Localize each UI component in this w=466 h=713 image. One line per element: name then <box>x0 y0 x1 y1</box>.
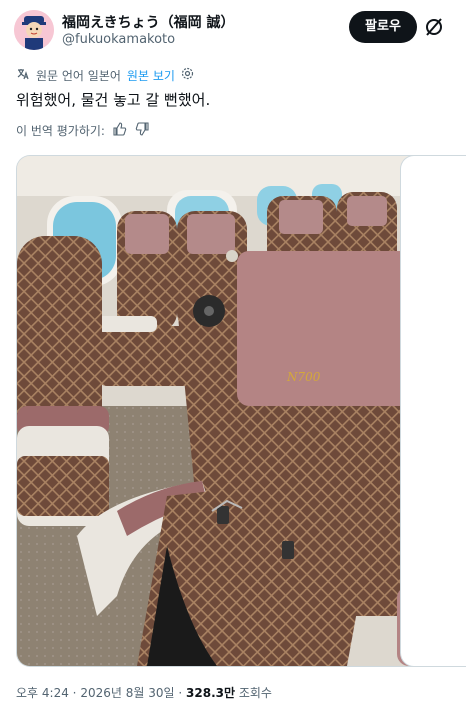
tweet-date[interactable]: 2026년 8월 30일 <box>80 686 174 700</box>
translate-icon <box>16 67 30 84</box>
gear-icon[interactable] <box>181 67 194 83</box>
headrest-logo: N700 <box>286 370 321 384</box>
tweet-meta: 오후 4:24 · 2026년 8월 30일 · 328.3만 조회수 <box>16 684 272 701</box>
grok-icon[interactable] <box>423 16 445 38</box>
user-handle[interactable]: @fukuokamakoto <box>62 32 175 47</box>
follow-button[interactable]: 팔로우 <box>349 11 417 43</box>
translation-info: 원문 언어 일본어 <box>36 68 121 83</box>
tweet-photo[interactable]: N700 <box>16 155 466 667</box>
show-original-link[interactable]: 원본 보기 <box>127 67 175 84</box>
thumbs-down-icon[interactable] <box>135 122 149 139</box>
thumbs-up-icon[interactable] <box>113 122 127 139</box>
tweet-text: 위험했어, 물건 놓고 갈 뻔했어. <box>16 91 211 109</box>
display-name[interactable]: 福岡えきちょう（福岡 誠） <box>62 12 234 32</box>
next-photo-preview[interactable] <box>400 155 466 667</box>
rate-translation: 이 번역 평가하기: <box>16 122 149 139</box>
tweet-header: 福岡えきちょう（福岡 誠） @fukuokamakoto 팔로우 <box>14 10 454 54</box>
avatar[interactable] <box>14 10 54 50</box>
views-label: 조회수 <box>238 686 272 700</box>
meta-separator: · <box>72 686 77 700</box>
rate-translation-label: 이 번역 평가하기: <box>16 124 105 138</box>
views-count: 328.3만 <box>186 686 236 700</box>
tweet-time[interactable]: 오후 4:24 <box>16 686 69 700</box>
meta-separator: · <box>178 686 183 700</box>
translation-bar: 원문 언어 일본어 원본 보기 <box>16 66 194 84</box>
